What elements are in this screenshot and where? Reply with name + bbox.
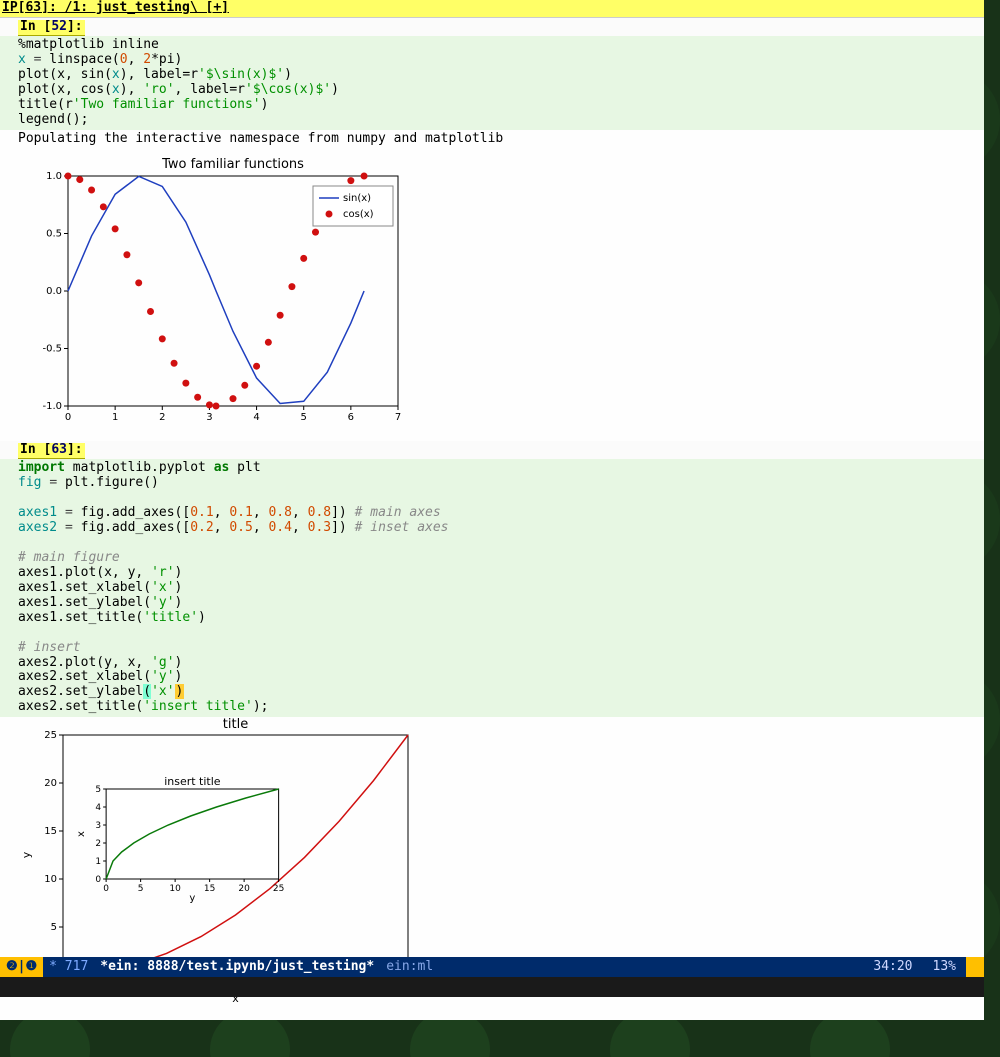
svg-text:x: x <box>76 831 87 837</box>
major-mode: ein:ml <box>380 957 439 977</box>
svg-text:insert title: insert title <box>164 775 221 788</box>
svg-text:4: 4 <box>95 803 101 813</box>
svg-text:3: 3 <box>95 821 101 831</box>
svg-text:7: 7 <box>395 412 401 423</box>
svg-text:0: 0 <box>103 884 109 894</box>
svg-text:15: 15 <box>204 884 215 894</box>
editor-pane[interactable]: IP[63]: /1: just_testing\ [+] In [52]: %… <box>0 0 984 1002</box>
svg-text:0: 0 <box>95 875 101 885</box>
svg-text:4: 4 <box>253 412 259 423</box>
cell-prompt-63: In [63]: <box>18 443 85 459</box>
svg-text:-1.0: -1.0 <box>42 401 62 412</box>
svg-text:2: 2 <box>159 412 165 423</box>
svg-text:5: 5 <box>301 412 307 423</box>
minibuffer[interactable] <box>0 977 984 997</box>
cell-52-output-text: Populating the interactive namespace fro… <box>0 130 984 149</box>
svg-text:25: 25 <box>44 730 57 741</box>
modeline-workspace-badge: ❷|❶ <box>0 957 43 977</box>
svg-text:1: 1 <box>95 857 101 867</box>
svg-text:5: 5 <box>95 785 101 795</box>
svg-text:10: 10 <box>169 884 181 894</box>
svg-text:3: 3 <box>206 412 212 423</box>
svg-text:0.5: 0.5 <box>46 229 62 240</box>
svg-text:-0.5: -0.5 <box>42 344 62 355</box>
svg-text:1.0: 1.0 <box>46 171 62 182</box>
cell-prompt-52: In [52]: <box>18 20 85 36</box>
svg-text:5: 5 <box>51 922 57 933</box>
buffer-name: *ein: 8888/test.ipynb/just_testing* <box>100 957 374 977</box>
svg-text:y: y <box>20 852 33 859</box>
title-bar: IP[63]: /1: just_testing\ [+] <box>0 0 984 18</box>
svg-text:title: title <box>223 717 248 732</box>
svg-text:2: 2 <box>95 839 101 849</box>
code-cell-52[interactable]: %matplotlib inline x = linspace(0, 2*pi)… <box>0 36 984 130</box>
svg-text:15: 15 <box>44 826 57 837</box>
svg-text:0: 0 <box>65 412 71 423</box>
svg-text:Two familiar functions: Two familiar functions <box>161 157 304 172</box>
svg-text:6: 6 <box>348 412 354 423</box>
mode-line: ❷|❶ * 717 *ein: 8888/test.ipynb/just_tes… <box>0 957 984 977</box>
svg-text:cos(x): cos(x) <box>343 209 374 220</box>
svg-text:20: 20 <box>44 778 57 789</box>
cell-52-plot: Two familiar functions 0 1 2 3 4 5 6 7 -1.0 -0.5 0.… <box>0 148 984 441</box>
svg-text:20: 20 <box>238 884 250 894</box>
svg-text:25: 25 <box>273 884 284 894</box>
cursor-position: 34:20 <box>863 957 922 977</box>
svg-text:sin(x): sin(x) <box>343 193 371 204</box>
scroll-percent: 13% <box>923 957 966 977</box>
svg-text:0.0: 0.0 <box>46 286 62 297</box>
svg-text:1: 1 <box>112 412 118 423</box>
svg-text:y: y <box>189 893 195 904</box>
svg-text:5: 5 <box>138 884 144 894</box>
code-cell-63[interactable]: import matplotlib.pyplot as plt fig = pl… <box>0 459 984 717</box>
svg-text:10: 10 <box>44 874 57 885</box>
